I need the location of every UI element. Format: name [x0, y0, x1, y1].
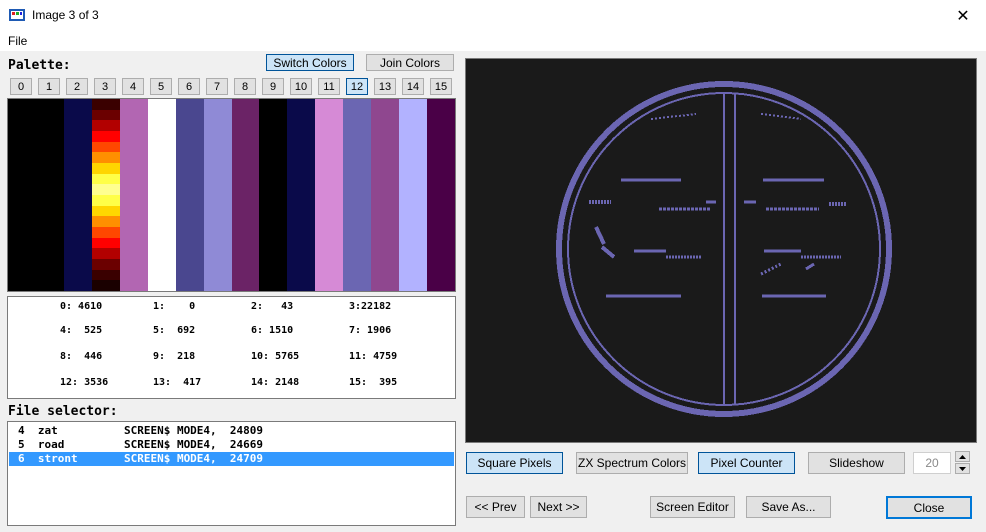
palette-index-2[interactable]: 2 — [66, 78, 88, 95]
palette-index-6[interactable]: 6 — [178, 78, 200, 95]
pixel-count-5: 5: 692 — [153, 325, 196, 336]
gradient-band — [91, 259, 120, 270]
pixel-count-6: 6: 1510 — [251, 325, 294, 336]
pixel-count-8: 8: 446 — [60, 351, 103, 362]
palette-swatch-4[interactable] — [119, 99, 148, 291]
gradient-band — [91, 248, 120, 260]
switch-colors-button[interactable]: Switch Colors — [266, 54, 354, 71]
palette-index-11[interactable]: 11 — [318, 78, 340, 95]
gradient-band — [91, 227, 120, 238]
gradient-band — [91, 120, 120, 132]
pixel-count-11: 11: 4759 — [349, 351, 398, 362]
gradient-band — [91, 280, 120, 291]
palette-swatch-6[interactable] — [175, 99, 204, 291]
close-icon: ✕ — [956, 7, 970, 25]
file-row[interactable]: 5 road SCREEN$ MODE4, 24669 — [9, 438, 454, 452]
spin-up-button[interactable] — [955, 451, 970, 462]
gradient-band — [91, 205, 120, 217]
pixel-count-panel: 0: 4610 1: 0 2: 43 3:22182 4: 525 5: 692 6: 15… — [7, 296, 456, 399]
palette-swatch-3[interactable] — [91, 99, 120, 291]
palette-swatch-13[interactable] — [371, 99, 400, 291]
palette-index-12[interactable]: 12 — [346, 78, 368, 95]
join-colors-button[interactable]: Join Colors — [366, 54, 454, 71]
pixel-count-3: 3:22182 — [349, 301, 392, 312]
pixel-count-2: 2: 43 — [251, 301, 294, 312]
pixel-count-1: 1: 0 — [153, 301, 196, 312]
file-selector-list[interactable]: 4 zat SCREEN$ MODE4, 24809 5 road SCREEN$… — [7, 421, 456, 526]
file-row[interactable]: 6 stront SCREEN$ MODE4, 24709 — [9, 452, 454, 466]
screen-editor-button[interactable]: Screen Editor — [650, 496, 735, 518]
pixel-counter-button[interactable]: Pixel Counter — [698, 452, 795, 474]
square-pixels-button[interactable]: Square Pixels — [466, 452, 563, 474]
palette-swatch-5[interactable] — [147, 99, 176, 291]
slideshow-button[interactable]: Slideshow — [808, 452, 905, 474]
window-title: Image 3 of 3 — [32, 8, 99, 22]
palette-swatch-11[interactable] — [315, 99, 344, 291]
palette-swatch-15[interactable] — [427, 99, 455, 291]
palette-index-0[interactable]: 0 — [10, 78, 32, 95]
palette-label: Palette: — [8, 58, 71, 73]
pixel-count-0: 0: 4610 — [60, 301, 103, 312]
gradient-band — [91, 131, 120, 142]
pixel-count-15: 15: 395 — [349, 377, 398, 388]
palette-swatch-2[interactable] — [63, 99, 92, 291]
gradient-band — [91, 269, 120, 281]
screen-image — [556, 81, 892, 417]
window-close-button[interactable]: ✕ — [940, 0, 986, 31]
title-bar: Image 3 of 3 ✕ — [0, 0, 986, 31]
gradient-band — [91, 99, 120, 110]
palette-swatch-12[interactable] — [343, 99, 372, 291]
prev-button[interactable]: << Prev — [466, 496, 525, 518]
palette-swatch-0[interactable] — [8, 99, 36, 291]
gradient-band — [91, 109, 120, 121]
app-icon — [9, 9, 25, 21]
pixel-count-14: 14: 2148 — [251, 377, 300, 388]
gradient-band — [91, 163, 120, 174]
palette-index-7[interactable]: 7 — [206, 78, 228, 95]
palette-index-9[interactable]: 9 — [262, 78, 284, 95]
palette-index-13[interactable]: 13 — [374, 78, 396, 95]
spin-down-button[interactable] — [955, 463, 970, 474]
palette-swatch-10[interactable] — [287, 99, 316, 291]
palette-swatch-8[interactable] — [231, 99, 260, 291]
palette-index-14[interactable]: 14 — [402, 78, 424, 95]
palette-swatch-7[interactable] — [203, 99, 232, 291]
gradient-band — [91, 216, 120, 228]
pixel-count-13: 13: 417 — [153, 377, 202, 388]
file-selector-label: File selector: — [8, 404, 118, 419]
palette-index-10[interactable]: 10 — [290, 78, 312, 95]
next-button[interactable]: Next >> — [530, 496, 587, 518]
menu-file[interactable]: File — [8, 34, 27, 48]
slideshow-seconds-input[interactable]: 20 — [913, 452, 951, 474]
palette-index-3[interactable]: 3 — [94, 78, 116, 95]
gradient-band — [91, 195, 120, 206]
save-as-button[interactable]: Save As... — [746, 496, 831, 518]
gradient-band — [91, 152, 120, 164]
palette-index-8[interactable]: 8 — [234, 78, 256, 95]
palette-index-15[interactable]: 15 — [430, 78, 452, 95]
pixel-count-9: 9: 218 — [153, 351, 196, 362]
palette-strip[interactable] — [7, 98, 456, 292]
screen-preview — [465, 58, 977, 443]
gradient-band — [91, 237, 120, 249]
zx-spectrum-colors-button[interactable]: ZX Spectrum Colors — [576, 452, 688, 474]
close-button[interactable]: Close — [886, 496, 972, 519]
palette-swatch-9[interactable] — [259, 99, 288, 291]
pixel-count-10: 10: 5765 — [251, 351, 300, 362]
gradient-band — [91, 141, 120, 153]
gradient-band — [91, 173, 120, 185]
palette-swatch-1[interactable] — [35, 99, 64, 291]
pixel-count-7: 7: 1906 — [349, 325, 392, 336]
chevron-up-icon — [959, 454, 966, 459]
gradient-band — [91, 184, 120, 196]
menu-bar: File — [0, 31, 986, 51]
palette-swatch-14[interactable] — [399, 99, 428, 291]
palette-index-4[interactable]: 4 — [122, 78, 144, 95]
pixel-count-12: 12: 3536 — [60, 377, 109, 388]
palette-index-1[interactable]: 1 — [38, 78, 60, 95]
pixel-count-4: 4: 525 — [60, 325, 103, 336]
palette-index-5[interactable]: 5 — [150, 78, 172, 95]
chevron-down-icon — [959, 466, 966, 471]
file-row[interactable]: 4 zat SCREEN$ MODE4, 24809 — [9, 424, 454, 438]
